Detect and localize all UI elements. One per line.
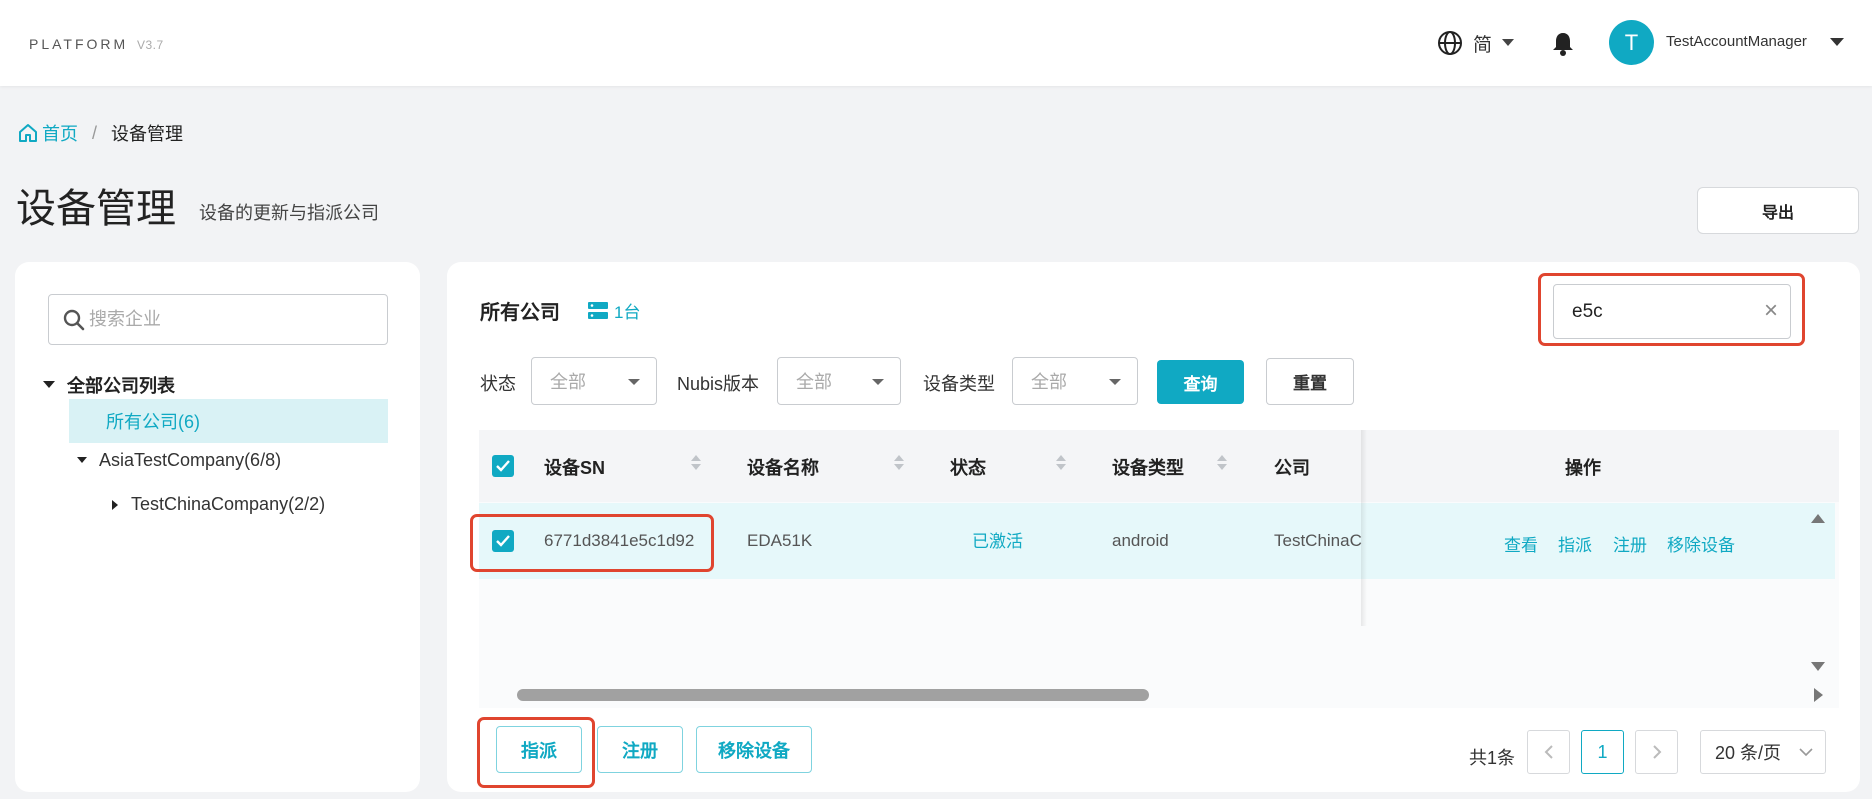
- chevron-down-icon: [628, 379, 640, 385]
- type-select-value: 全部: [1031, 372, 1067, 392]
- chevron-down-icon: [1799, 748, 1813, 757]
- scroll-up-arrow[interactable]: [1811, 514, 1825, 523]
- device-count-label: 1台: [614, 303, 641, 322]
- device-count: 1台: [588, 298, 640, 323]
- page-size-select[interactable]: 20 条/页: [1700, 730, 1826, 774]
- table-header: 设备SN 设备名称 状态 设备类型 公司 操作: [479, 430, 1839, 502]
- breadcrumb-home-label: 首页: [42, 124, 78, 144]
- column-header-company: 公司: [1274, 458, 1310, 478]
- top-bar: PLATFORM V3.7 简 T TestAccountManager: [0, 0, 1872, 86]
- select-all-checkbox[interactable]: [492, 455, 514, 477]
- chevron-right-icon: [1652, 745, 1661, 759]
- chevron-left-icon: [1544, 745, 1553, 759]
- status-select-value: 全部: [550, 372, 586, 392]
- breadcrumb-separator: /: [92, 122, 98, 143]
- bulk-register-button[interactable]: 注册: [597, 726, 683, 773]
- query-button[interactable]: 查询: [1157, 360, 1244, 404]
- type-filter-label: 设备类型: [923, 374, 995, 394]
- horizontal-scrollbar[interactable]: [517, 689, 1149, 701]
- bell-icon[interactable]: [1551, 31, 1575, 57]
- status-filter-label: 状态: [480, 374, 516, 394]
- tree-item-all-companies[interactable]: 所有公司(6): [69, 399, 388, 443]
- breadcrumb-home[interactable]: 首页: [18, 120, 78, 146]
- caret-right-icon[interactable]: [112, 499, 119, 510]
- status-select[interactable]: 全部: [531, 357, 657, 405]
- panel-title: 所有公司: [480, 302, 560, 324]
- tree-item-label: 所有公司(6): [106, 412, 200, 432]
- export-button[interactable]: 导出: [1697, 187, 1859, 234]
- chevron-down-icon: [1109, 379, 1121, 385]
- breadcrumb-current: 设备管理: [111, 124, 184, 144]
- column-header-sn[interactable]: 设备SN: [544, 454, 605, 480]
- company-tree-panel: 全部公司列表 所有公司(6) AsiaTestCompany(6/8) Test…: [15, 262, 420, 792]
- home-icon: [19, 124, 37, 142]
- pagination-total: 共1条: [1469, 748, 1516, 768]
- nubis-select[interactable]: 全部: [777, 357, 901, 405]
- brand-version: V3.7: [137, 38, 164, 52]
- column-header-type[interactable]: 设备类型: [1112, 454, 1184, 480]
- caret-down-icon[interactable]: [43, 381, 55, 389]
- username[interactable]: TestAccountManager: [1666, 33, 1807, 50]
- column-header-status[interactable]: 状态: [950, 454, 986, 480]
- tree-root-label: 全部公司列表: [67, 376, 175, 396]
- chevron-down-icon: [1502, 39, 1515, 46]
- check-icon: [496, 460, 510, 472]
- column-header-actions: 操作: [1565, 458, 1601, 478]
- page-number[interactable]: 1: [1581, 730, 1624, 774]
- avatar[interactable]: T: [1609, 20, 1654, 65]
- server-icon: [588, 301, 608, 319]
- sort-icon[interactable]: [1056, 454, 1066, 472]
- tree-item-label: AsiaTestCompany(6/8): [99, 450, 282, 470]
- sort-icon[interactable]: [1217, 454, 1227, 472]
- page-subtitle: 设备的更新与指派公司: [199, 203, 379, 223]
- chevron-down-icon[interactable]: [1830, 38, 1844, 47]
- language-label: 简: [1473, 34, 1493, 56]
- type-select[interactable]: 全部: [1012, 357, 1138, 405]
- page-title: 设备管理: [16, 187, 176, 231]
- column-header-name[interactable]: 设备名称: [747, 454, 819, 480]
- page-size-value: 20 条/页: [1715, 743, 1782, 763]
- cell-name: EDA51K: [747, 531, 813, 550]
- nubis-select-value: 全部: [796, 372, 832, 392]
- tree-item-china[interactable]: TestChinaCompany(2/2): [112, 494, 325, 515]
- caret-down-icon[interactable]: [77, 457, 87, 464]
- highlight-search-box: [1538, 273, 1805, 346]
- breadcrumb: 首页 / 设备管理: [18, 120, 183, 146]
- globe-icon: [1438, 31, 1462, 55]
- tree-item-asia[interactable]: AsiaTestCompany(6/8): [77, 450, 281, 471]
- sort-icon[interactable]: [691, 454, 701, 472]
- tree-item-label: TestChinaCompany(2/2): [131, 494, 326, 514]
- reset-button[interactable]: 重置: [1266, 358, 1354, 405]
- language-switcher[interactable]: 简: [1437, 28, 1515, 58]
- next-page-button[interactable]: [1635, 730, 1678, 774]
- scroll-down-arrow[interactable]: [1811, 662, 1825, 671]
- view-link[interactable]: 查看: [1504, 531, 1538, 556]
- remove-device-link[interactable]: 移除设备: [1667, 531, 1735, 556]
- assign-link[interactable]: 指派: [1558, 531, 1592, 556]
- cell-company: TestChinaCom: [1274, 531, 1362, 550]
- register-link[interactable]: 注册: [1613, 531, 1647, 556]
- highlight-device-sn: [470, 514, 714, 572]
- chevron-down-icon: [872, 379, 884, 385]
- prev-page-button[interactable]: [1527, 730, 1570, 774]
- fixed-column-shadow: [1361, 430, 1367, 626]
- search-icon: [63, 309, 85, 330]
- nubis-filter-label: Nubis版本: [677, 374, 760, 394]
- bulk-remove-button[interactable]: 移除设备: [696, 726, 812, 773]
- brand-name: PLATFORM: [29, 36, 129, 52]
- company-search-input[interactable]: [89, 309, 369, 330]
- company-search[interactable]: [48, 294, 388, 345]
- cell-type: android: [1112, 531, 1169, 550]
- sort-icon[interactable]: [894, 454, 904, 472]
- tree-root[interactable]: 全部公司列表: [43, 372, 175, 398]
- status-badge: 已激活: [972, 532, 1023, 551]
- highlight-assign-button: [477, 717, 595, 788]
- scroll-right-arrow[interactable]: [1814, 688, 1823, 702]
